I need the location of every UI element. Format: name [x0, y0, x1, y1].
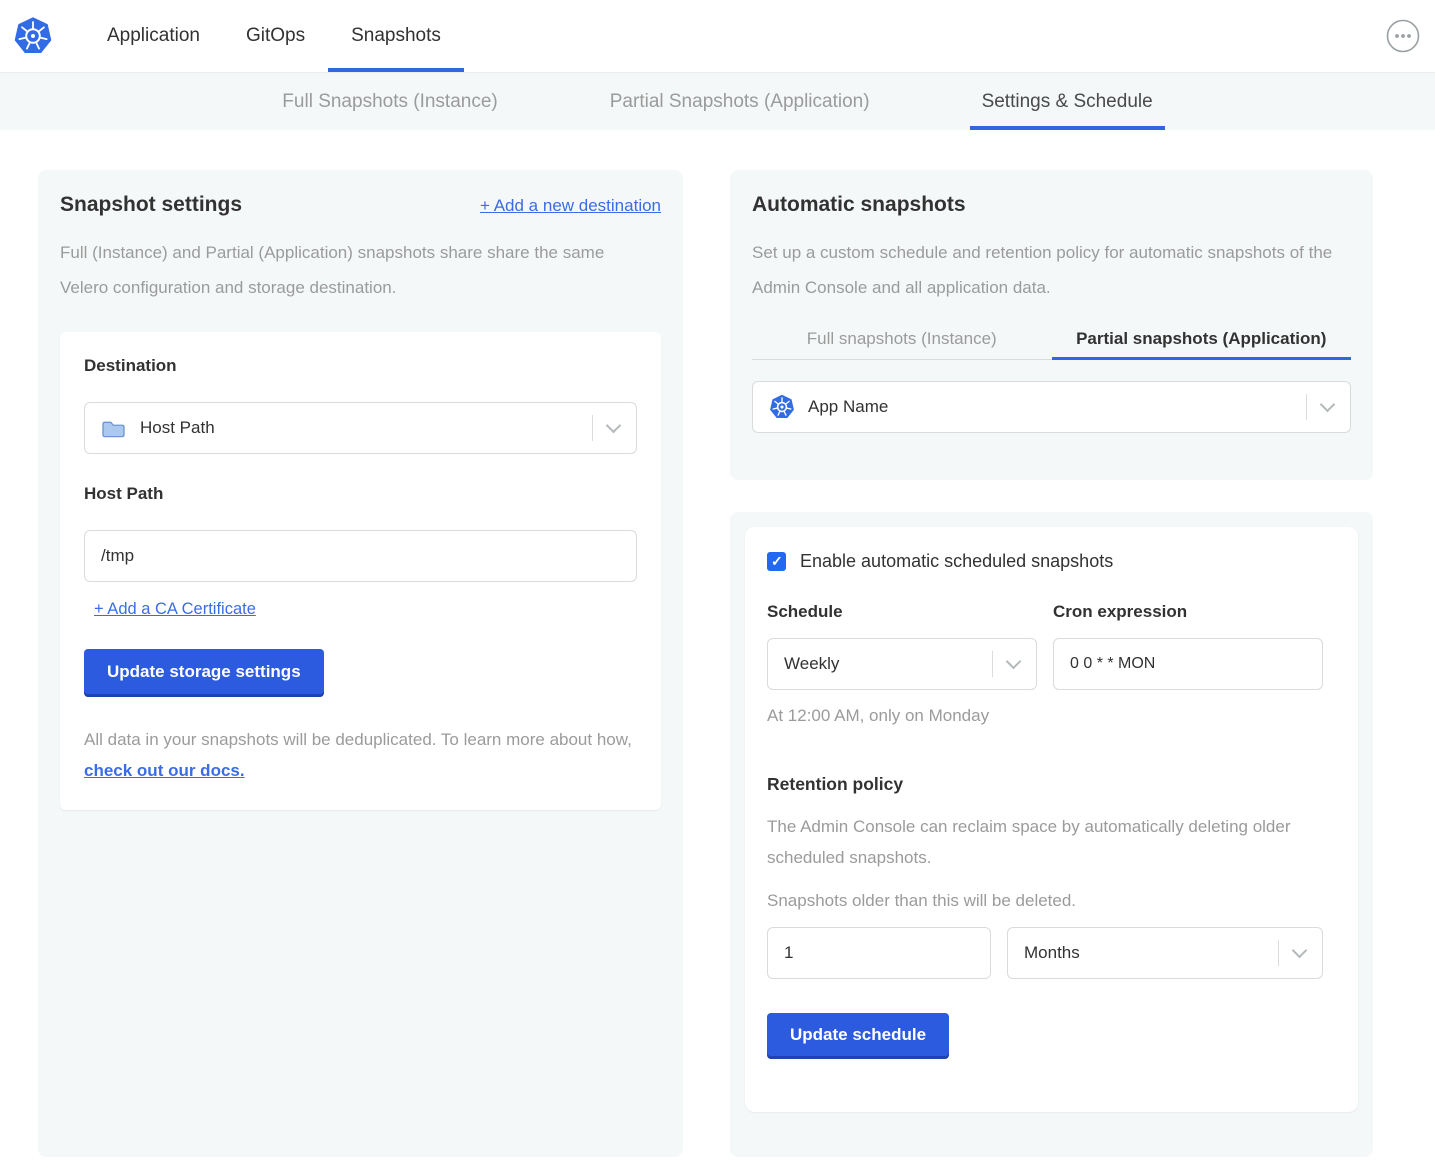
main-content: Snapshot settings + Add a new destinatio…: [0, 130, 1435, 1157]
divider: [992, 651, 993, 677]
schedule-panel: Enable automatic scheduled snapshots Sch…: [730, 512, 1373, 1157]
automatic-snapshots-description: Set up a custom schedule and retention p…: [752, 235, 1351, 305]
app-select[interactable]: App Name: [752, 381, 1351, 433]
automatic-snapshots-panel: Automatic snapshots Set up a custom sche…: [730, 170, 1373, 480]
host-path-label: Host Path: [84, 484, 637, 504]
retention-policy-title: Retention policy: [767, 774, 1336, 795]
primary-nav: Application GitOps Snapshots: [84, 0, 464, 72]
cron-expression-label: Cron expression: [1053, 602, 1323, 622]
tab-partial-snapshots[interactable]: Partial Snapshots (Application): [598, 73, 882, 130]
host-path-input[interactable]: [84, 530, 637, 582]
dedupe-note: All data in your snapshots will be dedup…: [84, 724, 637, 786]
nav-item-application[interactable]: Application: [84, 0, 223, 72]
destination-select-value: Host Path: [140, 418, 215, 438]
enable-snapshots-row: Enable automatic scheduled snapshots: [767, 551, 1336, 572]
kubernetes-logo-icon: [13, 16, 53, 56]
schedule-interval-value: Weekly: [784, 654, 839, 674]
chevron-down-icon: [1292, 942, 1308, 958]
docs-link[interactable]: check out our docs.: [84, 761, 245, 780]
chevron-down-icon: [1006, 653, 1022, 669]
schedule-interval-select[interactable]: Weekly: [767, 638, 1037, 690]
schedule-label: Schedule: [767, 602, 1037, 622]
tab-full-snapshots-instance[interactable]: Full snapshots (Instance): [752, 319, 1052, 359]
tab-settings-schedule[interactable]: Settings & Schedule: [970, 73, 1165, 130]
schedule-card: Enable automatic scheduled snapshots Sch…: [745, 527, 1358, 1112]
retention-policy-description: The Admin Console can reclaim space by a…: [767, 811, 1307, 873]
destination-label: Destination: [84, 356, 637, 376]
snapshot-settings-panel: Snapshot settings + Add a new destinatio…: [38, 170, 683, 1157]
right-column: Automatic snapshots Set up a custom sche…: [730, 170, 1373, 1157]
top-nav: Application GitOps Snapshots: [0, 0, 1435, 72]
retention-hint: Snapshots older than this will be delete…: [767, 891, 1336, 911]
add-new-destination-link[interactable]: + Add a new destination: [480, 196, 661, 216]
ellipsis-icon: [1386, 19, 1420, 53]
snapshots-subnav: Full Snapshots (Instance) Partial Snapsh…: [0, 72, 1435, 130]
chevron-down-icon: [1320, 396, 1336, 412]
storage-settings-card: Destination Host Path Host Path + Add a …: [60, 332, 661, 810]
update-schedule-button[interactable]: Update schedule: [767, 1013, 949, 1056]
app-select-value: App Name: [808, 397, 888, 417]
snapshot-settings-description: Full (Instance) and Partial (Application…: [60, 235, 645, 305]
enable-snapshots-label[interactable]: Enable automatic scheduled snapshots: [800, 551, 1113, 572]
add-ca-certificate-link[interactable]: + Add a CA Certificate: [94, 600, 256, 619]
tab-full-snapshots[interactable]: Full Snapshots (Instance): [270, 73, 509, 130]
enable-snapshots-checkbox[interactable]: [767, 552, 786, 571]
retention-value-input[interactable]: [767, 927, 991, 979]
snapshot-settings-title: Snapshot settings: [60, 193, 242, 217]
cron-expression-input[interactable]: [1053, 638, 1323, 690]
divider: [1306, 394, 1307, 420]
divider: [1278, 940, 1279, 966]
nav-item-gitops[interactable]: GitOps: [223, 0, 328, 72]
automatic-snapshots-title: Automatic snapshots: [752, 193, 1351, 217]
chevron-down-icon: [606, 417, 622, 433]
retention-unit-select[interactable]: Months: [1007, 927, 1323, 979]
update-storage-settings-button[interactable]: Update storage settings: [84, 649, 324, 694]
retention-unit-value: Months: [1024, 943, 1080, 963]
dedupe-note-text: All data in your snapshots will be dedup…: [84, 730, 632, 749]
divider: [592, 415, 593, 441]
folder-icon: [101, 418, 126, 439]
kubernetes-app-icon: [769, 394, 795, 420]
destination-select[interactable]: Host Path: [84, 402, 637, 454]
tab-partial-snapshots-application[interactable]: Partial snapshots (Application): [1052, 319, 1352, 359]
nav-item-snapshots[interactable]: Snapshots: [328, 0, 464, 72]
cron-human-readable: At 12:00 AM, only on Monday: [767, 706, 1336, 726]
automatic-snapshots-tabs: Full snapshots (Instance) Partial snapsh…: [752, 319, 1351, 360]
overflow-menu-button[interactable]: [1386, 19, 1420, 53]
